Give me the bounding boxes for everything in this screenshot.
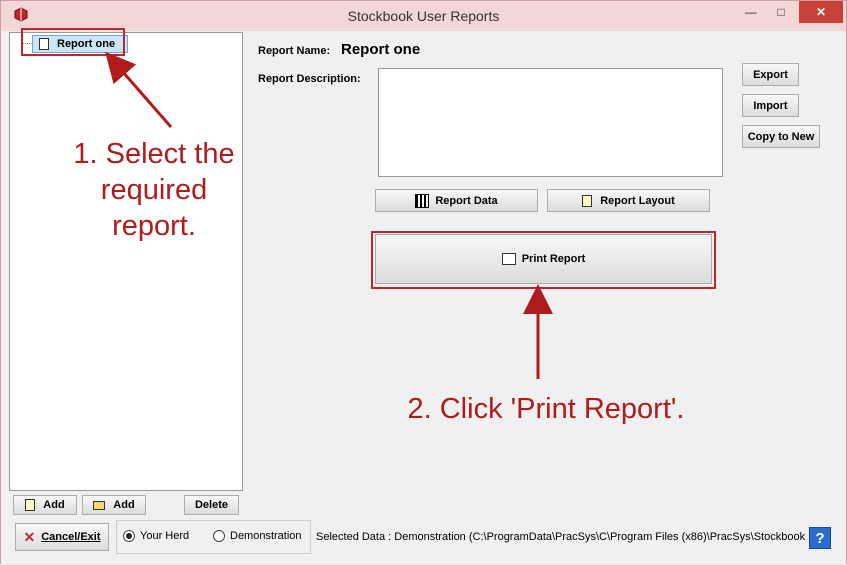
radio-unselected-icon <box>213 530 225 542</box>
folder-icon <box>93 500 106 510</box>
radio-demonstration[interactable]: Demonstration <box>213 530 302 542</box>
help-icon[interactable]: ? <box>809 527 831 549</box>
add-folder-label: Add <box>113 499 135 511</box>
cancel-exit-button[interactable]: ✕ Cancel/Exit <box>15 523 109 551</box>
radio-demonstration-label: Demonstration <box>230 530 302 542</box>
radio-selected-icon <box>123 530 135 542</box>
delete-button[interactable]: Delete <box>184 495 239 515</box>
stockbook-user-reports-window: Stockbook User Reports — □ ✕ Report one … <box>0 0 847 564</box>
cancel-x-icon: ✕ <box>23 528 36 545</box>
radio-your-herd-label: Your Herd <box>140 530 190 542</box>
annotation-arrows <box>105 51 553 379</box>
radio-your-herd[interactable]: Your Herd <box>123 530 189 542</box>
arrow-to-report <box>105 51 173 128</box>
add-report-label: Add <box>43 499 65 511</box>
add-document-icon <box>25 499 36 511</box>
selected-data-status: Selected Data : Demonstration (C:\Progra… <box>316 531 806 543</box>
add-folder-button[interactable]: Add <box>82 495 146 515</box>
cancel-exit-label: Cancel/Exit <box>41 531 101 543</box>
add-report-button[interactable]: Add <box>13 495 77 515</box>
